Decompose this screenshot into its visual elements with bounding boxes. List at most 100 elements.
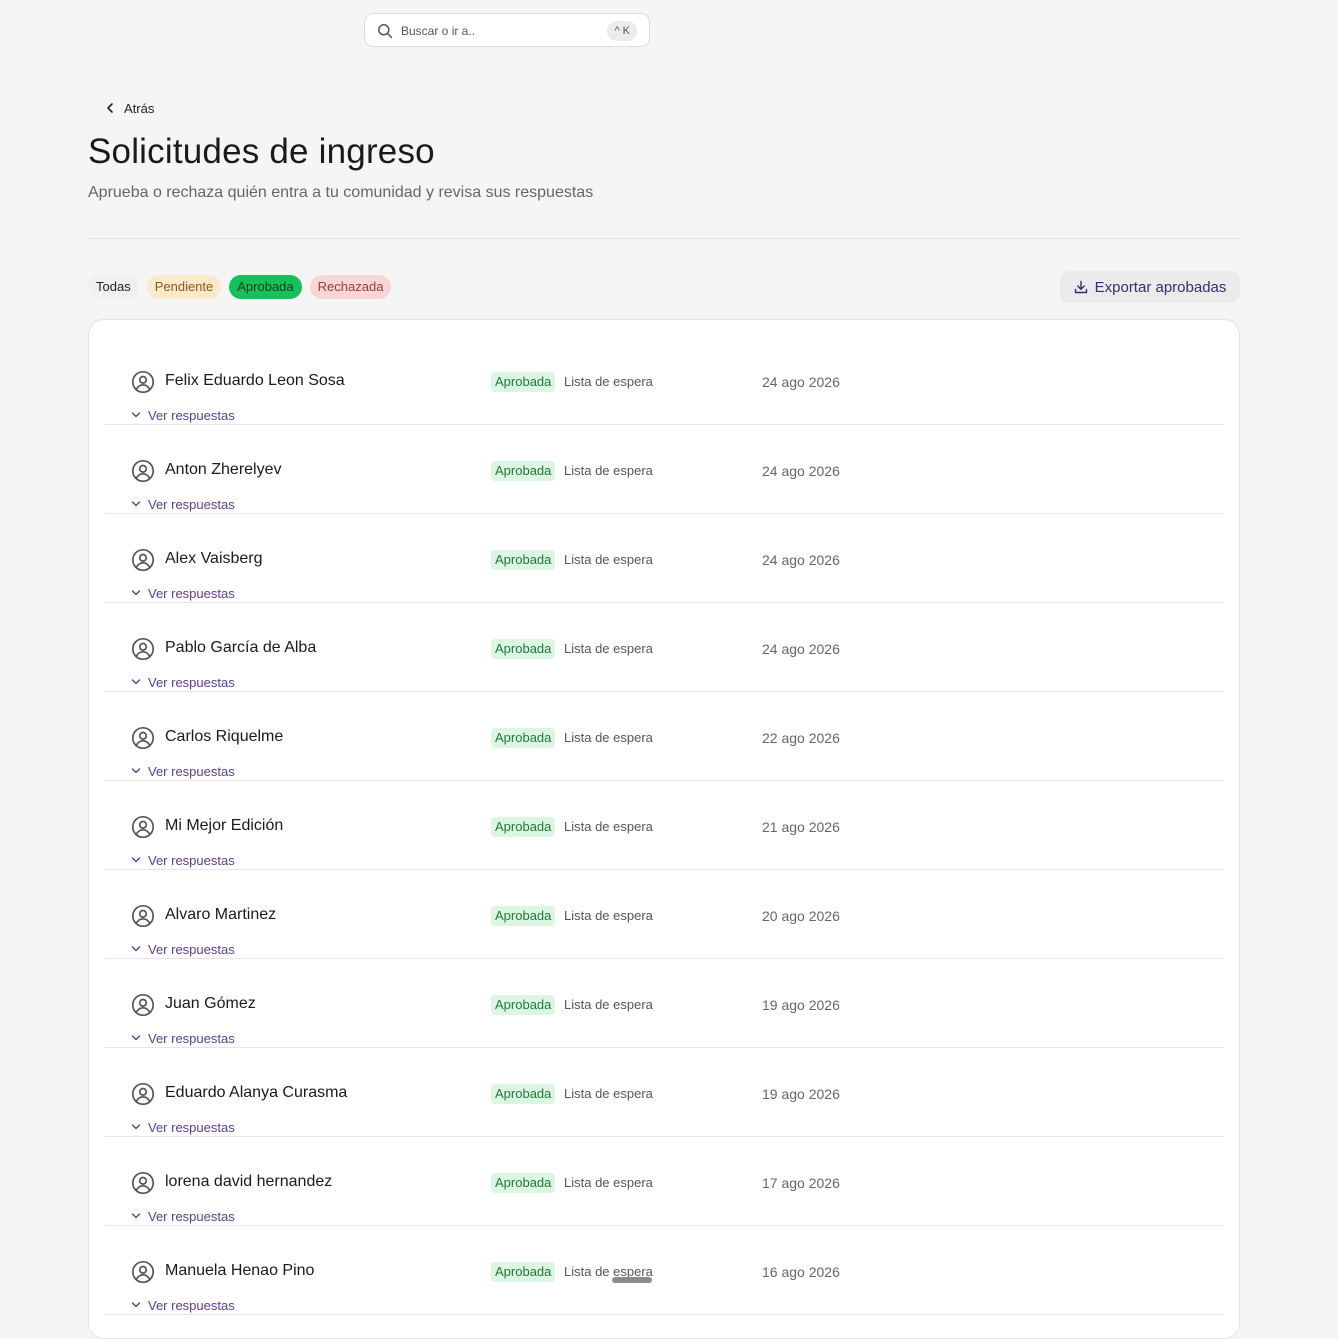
view-answers-toggle[interactable]: Ver respuestas (131, 1296, 235, 1314)
user-avatar-icon (131, 1260, 155, 1284)
filter-chip-all[interactable]: Todas (88, 275, 139, 299)
view-answers-toggle[interactable]: Ver respuestas (131, 673, 235, 691)
chevron-down-icon (131, 768, 141, 774)
view-answers-label: Ver respuestas (148, 1297, 235, 1313)
view-answers-label: Ver respuestas (148, 585, 235, 601)
search-box[interactable]: ^ K (364, 13, 650, 47)
view-answers-label: Ver respuestas (148, 941, 235, 957)
list-type-label: Lista de espera (564, 463, 653, 478)
request-row: Anton Zherelyev Aprobada Lista de espera… (105, 425, 1224, 514)
view-answers-toggle[interactable]: Ver respuestas (131, 1118, 235, 1136)
view-answers-toggle[interactable]: Ver respuestas (131, 940, 235, 958)
request-row: lorena david hernandez Aprobada Lista de… (105, 1137, 1224, 1226)
scroll-handle[interactable] (612, 1277, 652, 1283)
user-avatar-icon (131, 726, 155, 750)
request-date: 19 ago 2026 (762, 1086, 840, 1102)
list-type-label: Lista de espera (564, 908, 653, 923)
status-badge: Aprobada (491, 817, 556, 837)
chevron-down-icon (131, 412, 141, 418)
download-icon (1074, 280, 1087, 294)
search-icon (378, 24, 393, 39)
user-avatar-icon (131, 1082, 155, 1106)
view-answers-label: Ver respuestas (148, 1030, 235, 1046)
request-row: Alex Vaisberg Aprobada Lista de espera 2… (105, 514, 1224, 603)
export-approved-label: Exportar aprobadas (1094, 278, 1227, 296)
user-avatar-icon (131, 637, 155, 661)
status-filter-group: Todas Pendiente Aprobada Rechazada (88, 275, 392, 299)
list-type-label: Lista de espera (564, 997, 653, 1012)
applicant-name: Alex Vaisberg (165, 550, 263, 567)
view-answers-toggle[interactable]: Ver respuestas (131, 495, 235, 513)
chevron-down-icon (131, 857, 141, 863)
back-link[interactable]: Atrás (104, 98, 154, 118)
filter-chip-pending[interactable]: Pendiente (146, 275, 222, 299)
filter-chip-approved[interactable]: Aprobada (229, 275, 302, 299)
chevron-down-icon (131, 1035, 141, 1041)
request-date: 24 ago 2026 (762, 641, 840, 657)
status-badge: Aprobada (491, 1084, 556, 1104)
view-answers-label: Ver respuestas (148, 496, 235, 512)
applicant-name: Manuela Henao Pino (165, 1262, 315, 1279)
view-answers-toggle[interactable]: Ver respuestas (131, 1207, 235, 1225)
view-answers-toggle[interactable]: Ver respuestas (131, 762, 235, 780)
status-badge: Aprobada (491, 728, 556, 748)
view-answers-toggle[interactable]: Ver respuestas (131, 584, 235, 602)
applicant-name: lorena david hernandez (165, 1173, 333, 1190)
chevron-down-icon (131, 679, 141, 685)
request-row: Mi Mejor Edición Aprobada Lista de esper… (105, 781, 1224, 870)
search-shortcut-badge: ^ K (607, 21, 637, 41)
view-answers-toggle[interactable]: Ver respuestas (131, 851, 235, 869)
user-avatar-icon (131, 993, 155, 1017)
status-badge: Aprobada (491, 461, 556, 481)
chevron-down-icon (131, 501, 141, 507)
header-divider (88, 238, 1240, 239)
export-approved-button[interactable]: Exportar aprobadas (1060, 271, 1240, 303)
list-type-label: Lista de espera (564, 819, 653, 834)
request-row: Felix Eduardo Leon Sosa Aprobada Lista d… (105, 336, 1224, 425)
view-answers-toggle[interactable]: Ver respuestas (131, 406, 235, 424)
chevron-down-icon (131, 1124, 141, 1130)
chevron-down-icon (131, 1302, 141, 1308)
chevron-down-icon (131, 1213, 141, 1219)
request-date: 19 ago 2026 (762, 997, 840, 1013)
applicant-name: Eduardo Alanya Curasma (165, 1084, 348, 1101)
request-date: 24 ago 2026 (762, 463, 840, 479)
request-date: 21 ago 2026 (762, 819, 840, 835)
view-answers-label: Ver respuestas (148, 852, 235, 868)
list-type-label: Lista de espera (564, 730, 653, 745)
request-row: Alvaro Martinez Aprobada Lista de espera… (105, 870, 1224, 959)
status-badge: Aprobada (491, 1262, 556, 1282)
status-badge: Aprobada (491, 372, 556, 392)
filter-chip-rejected[interactable]: Rechazada (309, 275, 392, 299)
applicant-name: Felix Eduardo Leon Sosa (165, 372, 345, 389)
applicant-name: Mi Mejor Edición (165, 817, 284, 834)
page-subtitle: Aprueba o rechaza quién entra a tu comun… (88, 184, 594, 201)
view-answers-toggle[interactable]: Ver respuestas (131, 1029, 235, 1047)
status-badge: Aprobada (491, 906, 556, 926)
request-date: 22 ago 2026 (762, 730, 840, 746)
list-type-label: Lista de espera (564, 1086, 653, 1101)
user-avatar-icon (131, 815, 155, 839)
list-type-label: Lista de espera (564, 374, 653, 389)
status-badge: Aprobada (491, 639, 556, 659)
request-date: 16 ago 2026 (762, 1264, 840, 1280)
status-badge: Aprobada (491, 995, 556, 1015)
search-input[interactable] (401, 20, 601, 42)
status-badge: Aprobada (491, 550, 556, 570)
page-title: Solicitudes de ingreso (88, 132, 435, 171)
request-row: Juan Gómez Aprobada Lista de espera 19 a… (105, 959, 1224, 1048)
list-type-label: Lista de espera (564, 1175, 653, 1190)
request-row: Eduardo Alanya Curasma Aprobada Lista de… (105, 1048, 1224, 1137)
request-date: 20 ago 2026 (762, 908, 840, 924)
chevron-left-icon (107, 103, 113, 113)
request-row: Pablo García de Alba Aprobada Lista de e… (105, 603, 1224, 692)
user-avatar-icon (131, 370, 155, 394)
view-answers-label: Ver respuestas (148, 763, 235, 779)
request-date: 24 ago 2026 (762, 374, 840, 390)
user-avatar-icon (131, 459, 155, 483)
view-answers-label: Ver respuestas (148, 1208, 235, 1224)
back-link-label: Atrás (124, 100, 155, 116)
user-avatar-icon (131, 548, 155, 572)
chevron-down-icon (131, 590, 141, 596)
applicant-name: Pablo García de Alba (165, 639, 317, 656)
